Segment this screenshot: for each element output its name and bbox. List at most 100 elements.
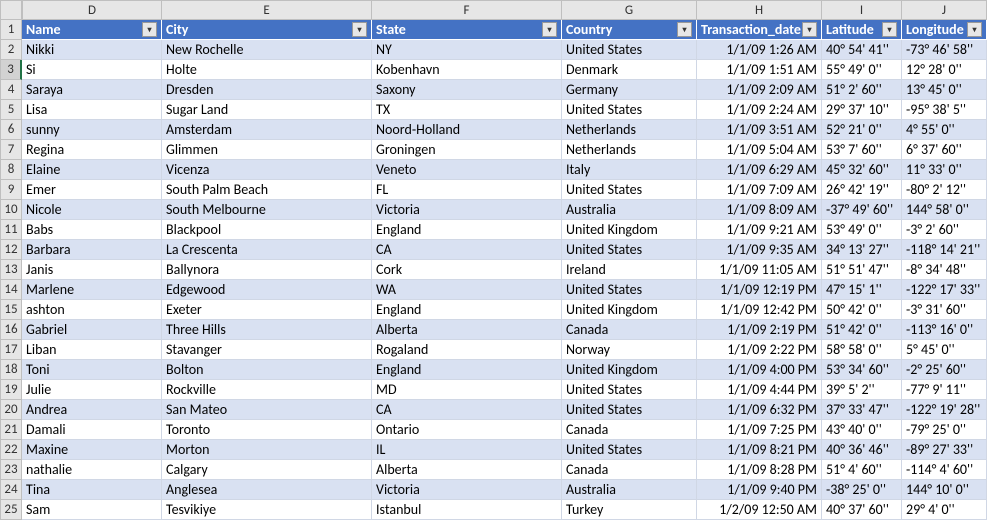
cell-lat[interactable]: 29° 37' 10''	[822, 100, 902, 120]
cell-lat[interactable]: -38° 25' 0''	[822, 480, 902, 500]
row-header-3[interactable]: 3	[0, 60, 22, 80]
column-header-E[interactable]: E	[162, 0, 372, 20]
row-header-6[interactable]: 6	[0, 120, 22, 140]
cell-city[interactable]: Amsterdam	[162, 120, 372, 140]
cell-state[interactable]: Veneto	[372, 160, 562, 180]
row-header-17[interactable]: 17	[0, 340, 22, 360]
cell-tdate[interactable]: 1/1/09 4:44 PM	[697, 380, 822, 400]
cell-name[interactable]: Babs	[22, 220, 162, 240]
cell-city[interactable]: Vicenza	[162, 160, 372, 180]
column-header-D[interactable]: D	[22, 0, 162, 20]
cell-lon[interactable]: 13° 45' 0''	[902, 80, 987, 100]
table-header-country[interactable]: Country▾	[562, 20, 697, 40]
cell-tdate[interactable]: 1/1/09 5:04 AM	[697, 140, 822, 160]
cell-country[interactable]: United States	[562, 180, 697, 200]
cell-country[interactable]: Canada	[562, 320, 697, 340]
cell-city[interactable]: South Melbourne	[162, 200, 372, 220]
cell-tdate[interactable]: 1/1/09 7:25 PM	[697, 420, 822, 440]
cell-lat[interactable]: 26° 42' 19''	[822, 180, 902, 200]
cell-country[interactable]: United States	[562, 380, 697, 400]
cell-lon[interactable]: -114° 4' 60''	[902, 460, 987, 480]
filter-dropdown-icon[interactable]: ▾	[882, 22, 897, 37]
cell-country[interactable]: United Kingdom	[562, 360, 697, 380]
cell-country[interactable]: United Kingdom	[562, 220, 697, 240]
cell-tdate[interactable]: 1/2/09 12:50 AM	[697, 500, 822, 520]
cell-lon[interactable]: -122° 17' 33''	[902, 280, 987, 300]
cell-country[interactable]: United Kingdom	[562, 300, 697, 320]
column-header-G[interactable]: G	[562, 0, 697, 20]
cell-country[interactable]: United States	[562, 400, 697, 420]
cell-city[interactable]: South Palm Beach	[162, 180, 372, 200]
cell-name[interactable]: Julie	[22, 380, 162, 400]
cell-name[interactable]: Nikki	[22, 40, 162, 60]
cell-lon[interactable]: -95° 38' 5''	[902, 100, 987, 120]
cell-city[interactable]: Holte	[162, 60, 372, 80]
cell-city[interactable]: Anglesea	[162, 480, 372, 500]
cell-state[interactable]: CA	[372, 400, 562, 420]
cell-city[interactable]: La Crescenta	[162, 240, 372, 260]
cell-lat[interactable]: -37° 49' 60''	[822, 200, 902, 220]
cell-lat[interactable]: 51° 4' 60''	[822, 460, 902, 480]
select-all-corner[interactable]	[0, 0, 22, 20]
row-header-11[interactable]: 11	[0, 220, 22, 240]
cell-lon[interactable]: -113° 16' 0''	[902, 320, 987, 340]
cell-lon[interactable]: 5° 45' 0''	[902, 340, 987, 360]
row-header-16[interactable]: 16	[0, 320, 22, 340]
row-header-8[interactable]: 8	[0, 160, 22, 180]
cell-tdate[interactable]: 1/1/09 6:29 AM	[697, 160, 822, 180]
cell-tdate[interactable]: 1/1/09 2:22 PM	[697, 340, 822, 360]
cell-state[interactable]: CA	[372, 240, 562, 260]
cell-name[interactable]: sunny	[22, 120, 162, 140]
cell-city[interactable]: Glimmen	[162, 140, 372, 160]
cell-tdate[interactable]: 1/1/09 2:24 AM	[697, 100, 822, 120]
cell-country[interactable]: Australia	[562, 480, 697, 500]
table-header-longitude[interactable]: Longitude▾	[902, 20, 987, 40]
cell-lon[interactable]: -2° 25' 60''	[902, 360, 987, 380]
cell-lon[interactable]: -80° 2' 12''	[902, 180, 987, 200]
cell-state[interactable]: England	[372, 220, 562, 240]
cell-name[interactable]: Andrea	[22, 400, 162, 420]
table-header-transaction_date[interactable]: Transaction_date▾	[697, 20, 822, 40]
cell-city[interactable]: Calgary	[162, 460, 372, 480]
cell-name[interactable]: Si	[22, 60, 162, 80]
table-header-state[interactable]: State▾	[372, 20, 562, 40]
cell-name[interactable]: Barbara	[22, 240, 162, 260]
cell-tdate[interactable]: 1/1/09 9:21 AM	[697, 220, 822, 240]
cell-lat[interactable]: 52° 21' 0''	[822, 120, 902, 140]
cell-lon[interactable]: 144° 10' 0''	[902, 480, 987, 500]
cell-state[interactable]: Cork	[372, 260, 562, 280]
cell-country[interactable]: Ireland	[562, 260, 697, 280]
row-header-15[interactable]: 15	[0, 300, 22, 320]
cell-country[interactable]: Netherlands	[562, 140, 697, 160]
cell-country[interactable]: United States	[562, 40, 697, 60]
cell-name[interactable]: Gabriel	[22, 320, 162, 340]
cell-country[interactable]: Germany	[562, 80, 697, 100]
cell-country[interactable]: Italy	[562, 160, 697, 180]
cell-lat[interactable]: 53° 49' 0''	[822, 220, 902, 240]
cell-lon[interactable]: -79° 25' 0''	[902, 420, 987, 440]
cell-lon[interactable]: -3° 31' 60''	[902, 300, 987, 320]
filter-dropdown-icon[interactable]: ▾	[352, 22, 367, 37]
cell-name[interactable]: nathalie	[22, 460, 162, 480]
cell-state[interactable]: WA	[372, 280, 562, 300]
cell-city[interactable]: Sugar Land	[162, 100, 372, 120]
cell-name[interactable]: Marlene	[22, 280, 162, 300]
cell-tdate[interactable]: 1/1/09 2:19 PM	[697, 320, 822, 340]
cell-lat[interactable]: 34° 13' 27''	[822, 240, 902, 260]
row-header-13[interactable]: 13	[0, 260, 22, 280]
cell-lat[interactable]: 45° 32' 60''	[822, 160, 902, 180]
cell-city[interactable]: San Mateo	[162, 400, 372, 420]
cell-lat[interactable]: 40° 37' 60''	[822, 500, 902, 520]
table-header-latitude[interactable]: Latitude▾	[822, 20, 902, 40]
cell-state[interactable]: Istanbul	[372, 500, 562, 520]
row-header-25[interactable]: 25	[0, 500, 22, 520]
cell-lon[interactable]: -118° 14' 21''	[902, 240, 987, 260]
cell-lat[interactable]: 58° 58' 0''	[822, 340, 902, 360]
cell-lat[interactable]: 40° 36' 46''	[822, 440, 902, 460]
cell-city[interactable]: Bolton	[162, 360, 372, 380]
filter-dropdown-icon[interactable]: ▾	[802, 22, 817, 37]
row-header-20[interactable]: 20	[0, 400, 22, 420]
row-header-12[interactable]: 12	[0, 240, 22, 260]
cell-tdate[interactable]: 1/1/09 2:09 AM	[697, 80, 822, 100]
cell-city[interactable]: Blackpool	[162, 220, 372, 240]
